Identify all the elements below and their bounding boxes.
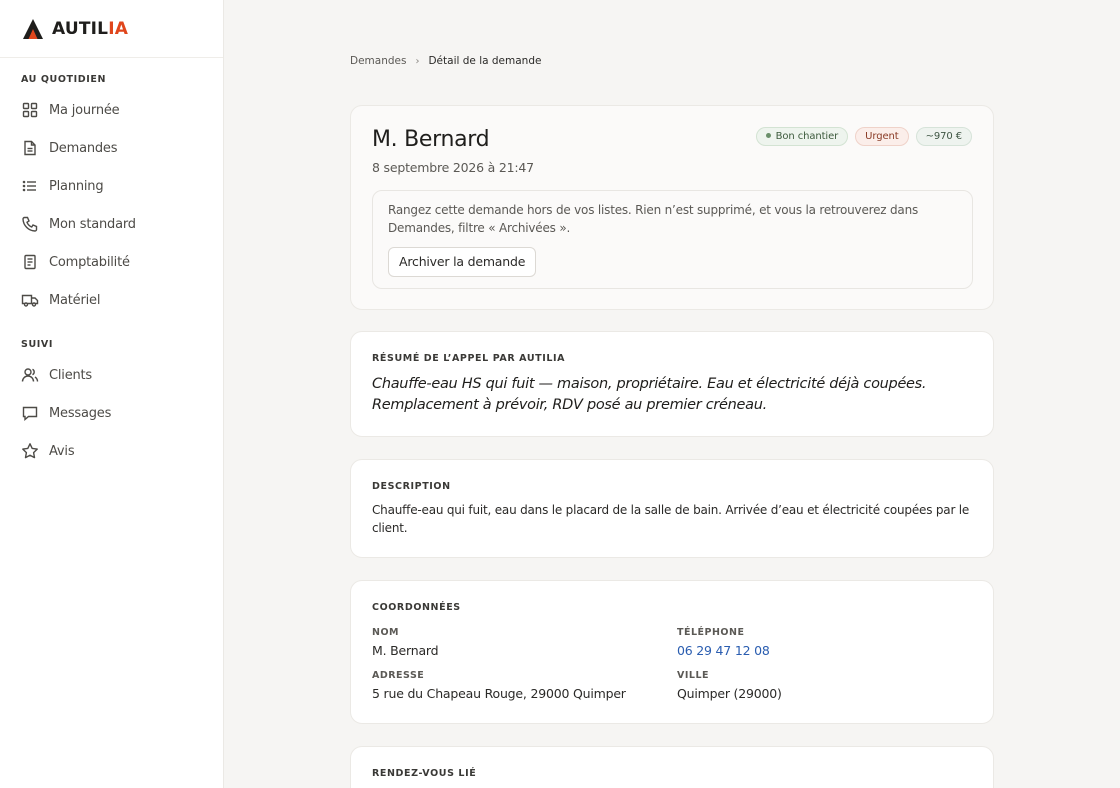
sidebar-item-label: Messages bbox=[49, 405, 112, 421]
description-card: DESCRIPTION Chauffe-eau qui fuit, eau da… bbox=[350, 459, 994, 558]
linked-appointment-card: RENDEZ-VOUS LIÉ bbox=[350, 746, 994, 788]
breadcrumb-current: Détail de la demande bbox=[428, 55, 542, 67]
sidebar-item-label: Clients bbox=[49, 367, 93, 383]
call-summary-card: RÉSUMÉ DE L’APPEL PAR AUTILIA Chauffe-ea… bbox=[350, 331, 994, 437]
sidebar-item-avis[interactable]: Avis bbox=[0, 432, 224, 470]
city-field-value: Quimper (29000) bbox=[677, 686, 782, 701]
sidebar-item-mon-standard[interactable]: Mon standard bbox=[0, 205, 224, 243]
quality-badge: Bon chantier bbox=[755, 127, 849, 146]
sidebar-item-label: Matériel bbox=[49, 292, 101, 308]
sidebar-item-planning[interactable]: Planning bbox=[0, 167, 224, 205]
appointment-section-label: RENDEZ-VOUS LIÉ bbox=[372, 768, 477, 779]
archive-request-button[interactable]: Archiver la demande bbox=[388, 247, 537, 277]
nav-section-daily: AU QUOTIDIEN bbox=[21, 74, 107, 85]
truck-icon bbox=[21, 294, 39, 307]
archive-panel: Rangez cette demande hors de vos listes.… bbox=[372, 190, 973, 289]
archive-help-text: Rangez cette demande hors de vos listes.… bbox=[388, 203, 919, 235]
urgency-badge: Urgent bbox=[855, 127, 909, 146]
sidebar-item-label: Planning bbox=[49, 178, 104, 194]
summary-section-label: RÉSUMÉ DE L’APPEL PAR AUTILIA bbox=[372, 353, 566, 364]
breadcrumb-parent-link[interactable]: Demandes bbox=[350, 55, 406, 67]
coordinates-section-label: COORDONNÉES bbox=[372, 602, 461, 613]
description-text: Chauffe-eau qui fuit, eau dans le placar… bbox=[372, 503, 970, 535]
sidebar-item-comptabilite[interactable]: Comptabilité bbox=[0, 243, 224, 281]
brand-name: AUTILIA bbox=[52, 19, 128, 39]
badge-group: Bon chantier Urgent ~970 € bbox=[755, 127, 972, 146]
city-field-label: VILLE bbox=[677, 670, 709, 681]
quality-badge-label: Bon chantier bbox=[775, 131, 839, 142]
sidebar-item-label: Demandes bbox=[49, 140, 118, 156]
sidebar-item-label: Comptabilité bbox=[49, 254, 130, 270]
status-dot-icon bbox=[765, 132, 771, 138]
name-field-label: NOM bbox=[372, 627, 399, 638]
address-field-label: ADRESSE bbox=[372, 670, 425, 681]
list-icon bbox=[22, 180, 36, 192]
address-field-value: 5 rue du Chapeau Rouge, 29000 Quimper bbox=[372, 686, 626, 701]
grid-icon bbox=[22, 102, 38, 118]
sidebar-item-label: Ma journée bbox=[49, 102, 120, 118]
document-icon bbox=[24, 140, 36, 156]
sidebar-item-clients[interactable]: Clients bbox=[0, 356, 224, 394]
brand-name-part2: IA bbox=[108, 18, 129, 39]
star-icon bbox=[22, 443, 38, 459]
sidebar-item-label: Avis bbox=[49, 443, 75, 459]
request-date: 8 septembre 2026 à 21:47 bbox=[372, 160, 534, 175]
description-section-label: DESCRIPTION bbox=[372, 481, 451, 492]
phone-field-label: TÉLÉPHONE bbox=[677, 627, 745, 638]
breadcrumb: Demandes › Détail de la demande bbox=[350, 55, 541, 67]
coordinates-card: COORDONNÉES NOM M. Bernard TÉLÉPHONE 06 … bbox=[350, 580, 994, 724]
message-icon bbox=[22, 406, 38, 422]
sidebar-item-label: Mon standard bbox=[49, 216, 136, 232]
name-field-value: M. Bernard bbox=[372, 643, 439, 658]
client-name-title: M. Bernard bbox=[372, 127, 490, 152]
phone-icon bbox=[22, 216, 38, 232]
brand-name-part1: AUTIL bbox=[52, 18, 109, 39]
nav-section-suivi: SUIVI bbox=[21, 339, 53, 350]
amount-badge: ~970 € bbox=[915, 127, 972, 146]
sidebar-item-materiel[interactable]: Matériel bbox=[0, 281, 224, 319]
sidebar-item-demandes[interactable]: Demandes bbox=[0, 129, 224, 167]
chevron-right-icon: › bbox=[415, 55, 420, 67]
users-icon bbox=[21, 368, 39, 382]
brand[interactable]: AUTILIA bbox=[0, 0, 223, 58]
phone-link[interactable]: 06 29 47 12 08 bbox=[677, 643, 770, 658]
summary-text: Chauffe-eau HS qui fuit — maison, propri… bbox=[372, 376, 927, 413]
sidebar: AUTILIA AU QUOTIDIEN Ma journée Demandes… bbox=[0, 0, 224, 788]
autilia-logo-icon bbox=[23, 18, 43, 39]
request-header-card: M. Bernard 8 septembre 2026 à 21:47 Bon … bbox=[350, 105, 994, 310]
receipt-icon bbox=[24, 254, 36, 270]
sidebar-item-messages[interactable]: Messages bbox=[0, 394, 224, 432]
sidebar-item-ma-journee[interactable]: Ma journée bbox=[0, 91, 224, 129]
